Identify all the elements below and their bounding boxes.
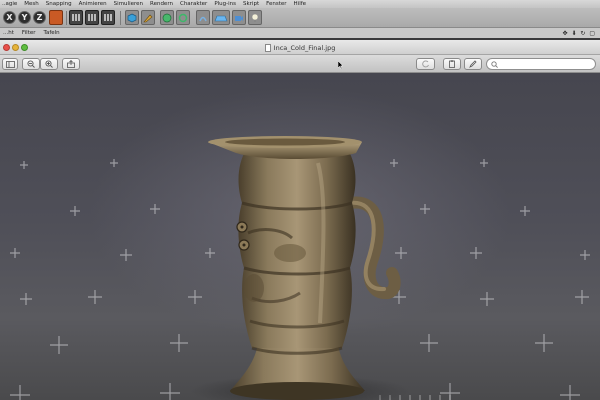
sidebar-icon xyxy=(5,60,15,68)
search-input[interactable] xyxy=(500,60,590,68)
cube-icon[interactable] xyxy=(125,10,139,25)
array-icon[interactable] xyxy=(176,10,190,25)
zoom-out-icon xyxy=(27,60,35,68)
inca-vessel-model xyxy=(208,136,401,400)
x-axis-toggle[interactable]: X xyxy=(3,11,16,24)
menu-item-plugins[interactable]: Plug-ins xyxy=(214,1,236,7)
z-axis-toggle[interactable]: Z xyxy=(33,11,46,24)
viewport-nav-icons[interactable]: ✥ ⬇ ↻ ▢ xyxy=(563,30,596,37)
share-icon xyxy=(67,60,75,68)
sidebar-toggle-button[interactable] xyxy=(2,58,18,70)
toolbar-separator xyxy=(66,11,67,25)
menu-item-edit[interactable]: ..agie xyxy=(2,1,17,7)
clipboard-icon xyxy=(449,60,455,68)
menu-item-filter[interactable]: Filter xyxy=(22,30,36,36)
mouse-cursor xyxy=(338,61,343,69)
menu-item-simulate[interactable]: Simulieren xyxy=(114,1,143,7)
rendered-image xyxy=(0,73,600,400)
zoom-in-icon xyxy=(45,60,53,68)
floor-object-icon[interactable] xyxy=(212,10,230,25)
menu-item-snapping[interactable]: Snapping xyxy=(46,1,72,7)
markup-toolbar-button[interactable] xyxy=(464,58,482,70)
toolbar-separator xyxy=(120,11,121,25)
pen-icon xyxy=(469,60,477,68)
zoom-out-button[interactable] xyxy=(22,58,40,70)
menu-item-window[interactable]: Fenster xyxy=(266,1,286,7)
menu-item-render[interactable]: Rendern xyxy=(150,1,173,7)
rotate-left-button[interactable] xyxy=(416,58,435,70)
share-button[interactable] xyxy=(62,58,80,70)
render-view-icon[interactable] xyxy=(69,10,83,25)
menu-item-animate[interactable]: Animieren xyxy=(79,1,107,7)
render-settings-icon[interactable] xyxy=(101,10,115,25)
subdivision-surface-icon[interactable] xyxy=(160,10,174,25)
render-canvas xyxy=(10,136,590,400)
c4d-menubar: ..agie Mesh Snapping Animieren Simuliere… xyxy=(0,0,600,8)
rotate-icon xyxy=(421,60,429,68)
document-icon xyxy=(264,43,271,52)
render-picture-viewer-icon[interactable] xyxy=(85,10,99,25)
menu-item-mesh[interactable]: Mesh xyxy=(24,1,38,7)
magnifier-icon xyxy=(491,60,498,68)
y-axis-toggle[interactable]: Y xyxy=(18,11,31,24)
camera-icon[interactable] xyxy=(232,10,246,25)
window-title-group: Inca_Cold_Final.jpg xyxy=(0,40,600,55)
menu-item-view[interactable]: ...ht xyxy=(3,30,14,36)
annotate-button[interactable] xyxy=(443,58,461,70)
c4d-toolbar: X Y Z xyxy=(0,8,600,28)
c4d-view-menu: ...ht Filter Tafeln xyxy=(0,28,600,38)
menu-item-script[interactable]: Skript xyxy=(243,1,259,7)
preview-toolbar xyxy=(0,55,600,73)
preview-window: Inca_Cold_Final.jpg xyxy=(0,40,600,400)
menu-item-character[interactable]: Charakter xyxy=(180,1,207,7)
zoom-in-button[interactable] xyxy=(40,58,58,70)
window-title: Inca_Cold_Final.jpg xyxy=(273,43,336,52)
coordinate-system-icon[interactable] xyxy=(49,10,63,25)
menu-item-panels[interactable]: Tafeln xyxy=(44,30,60,36)
window-titlebar[interactable]: Inca_Cold_Final.jpg xyxy=(0,40,600,55)
deformer-icon[interactable] xyxy=(196,10,210,25)
light-bulb-icon[interactable] xyxy=(248,10,262,25)
menu-item-help[interactable]: Hilfe xyxy=(294,1,307,7)
search-field[interactable] xyxy=(486,58,596,70)
pen-spline-icon[interactable] xyxy=(141,10,155,25)
